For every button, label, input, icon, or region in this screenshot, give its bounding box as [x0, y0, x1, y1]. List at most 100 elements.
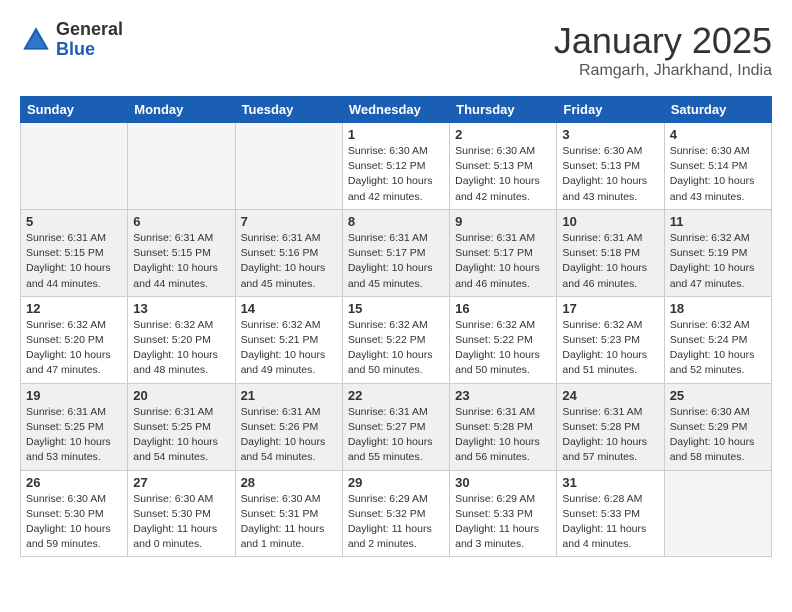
calendar-week-row: 26 Sunrise: 6:30 AMSunset: 5:30 PMDayligh…: [21, 470, 772, 557]
day-info: Sunrise: 6:30 AMSunset: 5:13 PMDaylight:…: [455, 144, 551, 205]
day-number: 27: [133, 475, 229, 490]
day-number: 8: [348, 214, 444, 229]
day-number: 31: [562, 475, 658, 490]
day-info: Sunrise: 6:31 AMSunset: 5:16 PMDaylight:…: [241, 231, 337, 292]
calendar-day-cell: 14 Sunrise: 6:32 AMSunset: 5:21 PMDayligh…: [235, 296, 342, 383]
calendar-header-row: SundayMondayTuesdayWednesdayThursdayFrid…: [21, 97, 772, 123]
calendar-day-cell: 9 Sunrise: 6:31 AMSunset: 5:17 PMDaylight…: [450, 209, 557, 296]
day-number: 30: [455, 475, 551, 490]
calendar-day-cell: 17 Sunrise: 6:32 AMSunset: 5:23 PMDayligh…: [557, 296, 664, 383]
weekday-header-thursday: Thursday: [450, 97, 557, 123]
calendar-day-cell: 21 Sunrise: 6:31 AMSunset: 5:26 PMDayligh…: [235, 383, 342, 470]
day-info: Sunrise: 6:32 AMSunset: 5:21 PMDaylight:…: [241, 318, 337, 379]
weekday-header-sunday: Sunday: [21, 97, 128, 123]
logo-general-text: General: [56, 20, 123, 40]
day-info: Sunrise: 6:30 AMSunset: 5:29 PMDaylight:…: [670, 405, 766, 466]
calendar-day-cell: [664, 470, 771, 557]
day-info: Sunrise: 6:29 AMSunset: 5:33 PMDaylight:…: [455, 492, 551, 553]
calendar-title: January 2025: [554, 20, 772, 62]
calendar-day-cell: 26 Sunrise: 6:30 AMSunset: 5:30 PMDayligh…: [21, 470, 128, 557]
day-number: 3: [562, 127, 658, 142]
day-number: 4: [670, 127, 766, 142]
calendar-day-cell: 8 Sunrise: 6:31 AMSunset: 5:17 PMDaylight…: [342, 209, 449, 296]
calendar-day-cell: 10 Sunrise: 6:31 AMSunset: 5:18 PMDayligh…: [557, 209, 664, 296]
day-number: 9: [455, 214, 551, 229]
calendar-day-cell: 23Sunrise: 6:31 AMSunset: 5:28 PMDayligh…: [450, 383, 557, 470]
day-info: Sunrise: 6:30 AMSunset: 5:31 PMDaylight:…: [241, 492, 337, 553]
day-number: 2: [455, 127, 551, 142]
day-info: Sunrise: 6:31 AMSunset: 5:15 PMDaylight:…: [133, 231, 229, 292]
day-info: Sunrise: 6:32 AMSunset: 5:20 PMDaylight:…: [26, 318, 122, 379]
calendar-day-cell: 5Sunrise: 6:31 AMSunset: 5:15 PMDaylight…: [21, 209, 128, 296]
day-info: Sunrise: 6:28 AMSunset: 5:33 PMDaylight:…: [562, 492, 658, 553]
logo: General Blue: [20, 20, 123, 60]
day-info: Sunrise: 6:32 AMSunset: 5:22 PMDaylight:…: [455, 318, 551, 379]
day-number: 14: [241, 301, 337, 316]
calendar-day-cell: 3 Sunrise: 6:30 AMSunset: 5:13 PMDaylight…: [557, 123, 664, 210]
day-info: Sunrise: 6:31 AMSunset: 5:17 PMDaylight:…: [455, 231, 551, 292]
day-number: 25: [670, 388, 766, 403]
calendar-day-cell: 18Sunrise: 6:32 AMSunset: 5:24 PMDayligh…: [664, 296, 771, 383]
day-info: Sunrise: 6:32 AMSunset: 5:22 PMDaylight:…: [348, 318, 444, 379]
calendar-day-cell: 13 Sunrise: 6:32 AMSunset: 5:20 PMDayligh…: [128, 296, 235, 383]
weekday-header-saturday: Saturday: [664, 97, 771, 123]
day-number: 1: [348, 127, 444, 142]
calendar-day-cell: 11 Sunrise: 6:32 AMSunset: 5:19 PMDayligh…: [664, 209, 771, 296]
weekday-header-friday: Friday: [557, 97, 664, 123]
day-number: 21: [241, 388, 337, 403]
day-number: 26: [26, 475, 122, 490]
day-info: Sunrise: 6:31 AMSunset: 5:28 PMDaylight:…: [562, 405, 658, 466]
day-number: 16: [455, 301, 551, 316]
title-block: January 2025 Ramgarh, Jharkhand, India: [554, 20, 772, 80]
day-number: 29: [348, 475, 444, 490]
calendar-day-cell: [128, 123, 235, 210]
day-number: 24: [562, 388, 658, 403]
calendar-week-row: 19Sunrise: 6:31 AMSunset: 5:25 PMDayligh…: [21, 383, 772, 470]
day-number: 5: [26, 214, 122, 229]
calendar-day-cell: 4Sunrise: 6:30 AMSunset: 5:14 PMDaylight…: [664, 123, 771, 210]
day-info: Sunrise: 6:30 AMSunset: 5:30 PMDaylight:…: [133, 492, 229, 553]
weekday-header-monday: Monday: [128, 97, 235, 123]
page-header: General Blue January 2025 Ramgarh, Jhark…: [20, 20, 772, 80]
calendar-day-cell: 30 Sunrise: 6:29 AMSunset: 5:33 PMDayligh…: [450, 470, 557, 557]
calendar-day-cell: 27 Sunrise: 6:30 AMSunset: 5:30 PMDayligh…: [128, 470, 235, 557]
day-info: Sunrise: 6:31 AMSunset: 5:18 PMDaylight:…: [562, 231, 658, 292]
day-number: 6: [133, 214, 229, 229]
day-number: 13: [133, 301, 229, 316]
day-number: 17: [562, 301, 658, 316]
day-number: 28: [241, 475, 337, 490]
calendar-day-cell: 7 Sunrise: 6:31 AMSunset: 5:16 PMDaylight…: [235, 209, 342, 296]
calendar-day-cell: 20Sunrise: 6:31 AMSunset: 5:25 PMDayligh…: [128, 383, 235, 470]
weekday-header-tuesday: Tuesday: [235, 97, 342, 123]
logo-icon: [20, 24, 52, 56]
day-number: 22: [348, 388, 444, 403]
calendar-week-row: 12 Sunrise: 6:32 AMSunset: 5:20 PMDayligh…: [21, 296, 772, 383]
weekday-header-wednesday: Wednesday: [342, 97, 449, 123]
day-number: 7: [241, 214, 337, 229]
calendar-day-cell: 28 Sunrise: 6:30 AMSunset: 5:31 PMDayligh…: [235, 470, 342, 557]
day-info: Sunrise: 6:31 AMSunset: 5:26 PMDaylight:…: [241, 405, 337, 466]
calendar-day-cell: 2 Sunrise: 6:30 AMSunset: 5:13 PMDaylight…: [450, 123, 557, 210]
calendar-day-cell: 12 Sunrise: 6:32 AMSunset: 5:20 PMDayligh…: [21, 296, 128, 383]
calendar-week-row: 5 Sunrise: 6:31 AMSunset: 5:15 PMDaylight…: [21, 209, 772, 296]
day-info: Sunrise: 6:30 AMSunset: 5:30 PMDaylight:…: [26, 492, 122, 553]
day-info: Sunrise: 6:31 AMSunset: 5:17 PMDaylight:…: [348, 231, 444, 292]
day-info: Sunrise: 6:32 AMSunset: 5:19 PMDaylight:…: [670, 231, 766, 292]
day-number: 15: [348, 301, 444, 316]
day-number: 12: [26, 301, 122, 316]
logo-blue-text: Blue: [56, 40, 123, 60]
calendar-subtitle: Ramgarh, Jharkhand, India: [554, 62, 772, 80]
day-info: Sunrise: 6:32 AMSunset: 5:23 PMDaylight:…: [562, 318, 658, 379]
calendar-day-cell: 29Sunrise: 6:29 AMSunset: 5:32 PMDayligh…: [342, 470, 449, 557]
calendar-day-cell: 19Sunrise: 6:31 AMSunset: 5:25 PMDayligh…: [21, 383, 128, 470]
day-number: 10: [562, 214, 658, 229]
calendar-day-cell: [21, 123, 128, 210]
calendar-day-cell: 16 Sunrise: 6:32 AMSunset: 5:22 PMDayligh…: [450, 296, 557, 383]
calendar-week-row: 1 Sunrise: 6:30 AMSunset: 5:12 PMDaylight…: [21, 123, 772, 210]
calendar-table: SundayMondayTuesdayWednesdayThursdayFrid…: [20, 96, 772, 557]
day-info: Sunrise: 6:32 AMSunset: 5:24 PMDaylight:…: [670, 318, 766, 379]
day-info: Sunrise: 6:30 AMSunset: 5:12 PMDaylight:…: [348, 144, 444, 205]
day-info: Sunrise: 6:32 AMSunset: 5:20 PMDaylight:…: [133, 318, 229, 379]
day-number: 11: [670, 214, 766, 229]
day-info: Sunrise: 6:30 AMSunset: 5:13 PMDaylight:…: [562, 144, 658, 205]
